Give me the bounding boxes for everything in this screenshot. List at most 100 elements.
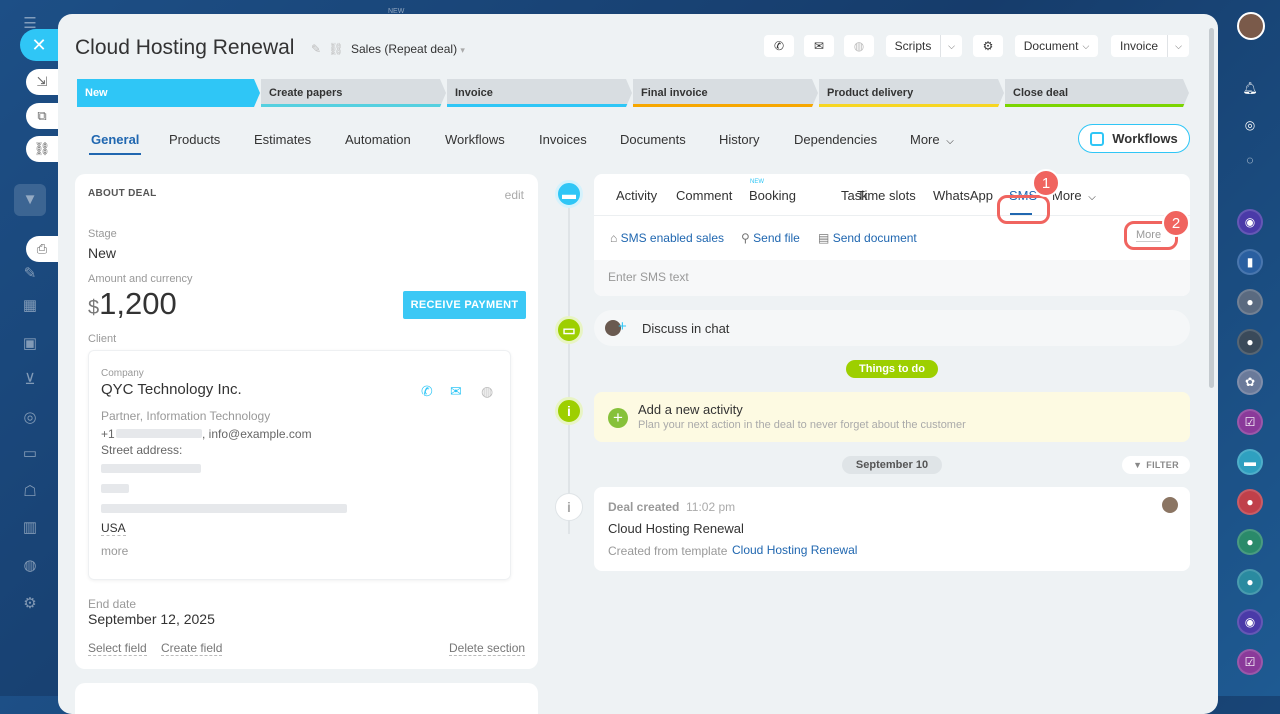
etab-time-slots[interactable]: Time slots (857, 188, 916, 203)
create-field-link[interactable]: Create field (161, 641, 223, 656)
redacted-phone (116, 429, 202, 438)
workflows-button[interactable]: Workflows (1078, 124, 1190, 153)
message-icon[interactable]: ▬ (1237, 449, 1263, 475)
tab-products[interactable]: Products (169, 132, 220, 147)
tab-workflows[interactable]: Workflows (445, 132, 505, 147)
screen-icon[interactable]: ▭ (20, 444, 40, 464)
cart-icon[interactable]: ⊻ (20, 370, 40, 390)
etab-whatsapp[interactable]: WhatsApp (933, 188, 993, 203)
link-icon[interactable]: ⛓ (328, 42, 343, 56)
company-name[interactable]: QYC Technology Inc. (101, 381, 242, 398)
tab-estimates[interactable]: Estimates (254, 132, 311, 147)
stage-final-invoice[interactable]: Final invoice (633, 79, 818, 107)
spiral-icon[interactable]: ◎ (1237, 112, 1263, 138)
etab-more[interactable]: More ⌵ (1052, 188, 1096, 203)
stage-value[interactable]: New (88, 245, 116, 261)
end-date-value[interactable]: September 12, 2025 (88, 611, 215, 627)
settings-button[interactable]: ⚙ (973, 35, 1003, 57)
target-icon[interactable]: ◎ (20, 408, 40, 428)
event-deal-name: Cloud Hosting Renewal (608, 521, 744, 536)
calendar-icon[interactable]: ▦ (20, 296, 40, 316)
stage-label: New (85, 87, 108, 99)
tab-documents[interactable]: Documents (620, 132, 686, 147)
task-icon-2[interactable]: ☑ (1237, 649, 1263, 675)
template-link[interactable]: Cloud Hosting Renewal (732, 543, 857, 557)
discuss-in-chat-row[interactable]: + Discuss in chat (594, 310, 1190, 346)
settings-icon[interactable]: ⚙ (20, 594, 40, 614)
group-icon-1[interactable]: ● (1237, 489, 1263, 515)
chat-icon[interactable]: ◍ (481, 383, 493, 400)
tab-history[interactable]: History (719, 132, 759, 147)
amount-value[interactable]: $1,200 (88, 286, 177, 322)
chat-icon[interactable]: ◌ (1237, 147, 1263, 173)
chat-button[interactable]: ◍ (844, 35, 874, 57)
pipeline-selector[interactable]: Sales (Repeat deal) ▾ (351, 42, 465, 56)
country[interactable]: USA (101, 521, 126, 536)
add-activity-block[interactable]: + Add a new activity Plan your next acti… (594, 392, 1190, 442)
redacted-address-3 (101, 504, 347, 513)
spiral-icon-2[interactable]: ◉ (1237, 609, 1263, 635)
scripts-button[interactable]: Scripts ⌵ (886, 35, 962, 57)
document-button[interactable]: Document ⌵ (1015, 35, 1098, 57)
sms-text-input[interactable]: Enter SMS text (594, 260, 1190, 296)
edit-icon[interactable]: ✎ (20, 264, 40, 284)
send-file-link[interactable]: ⚲ Send file (741, 231, 800, 245)
edit-link[interactable]: edit (505, 188, 524, 202)
task-icon[interactable]: ☑ (1237, 409, 1263, 435)
filter-icon[interactable]: ▼ (14, 184, 46, 216)
call-button[interactable]: ✆ (764, 35, 794, 57)
stage-close-deal[interactable]: Close deal (1005, 79, 1189, 107)
tab-invoices[interactable]: Invoices (539, 132, 587, 147)
receive-payment-button[interactable]: RECEIVE PAYMENT (403, 291, 526, 319)
open-lines-icon[interactable]: ◉ (1237, 209, 1263, 235)
more-link[interactable]: more (101, 544, 128, 558)
contact-avatar-2[interactable]: ● (1237, 329, 1263, 355)
robot-icon[interactable]: ☖ (20, 482, 40, 502)
print-icon[interactable]: ⎙ (26, 236, 58, 262)
contact-avatar-3[interactable]: ✿ (1237, 369, 1263, 395)
stage-invoice[interactable]: Invoice (447, 79, 632, 107)
email-address[interactable]: , info@example.com (202, 427, 312, 441)
etab-comment[interactable]: Comment (676, 188, 732, 203)
tab-dependencies[interactable]: Dependencies (794, 132, 877, 147)
stage-new[interactable]: New (77, 79, 260, 107)
plus-icon[interactable]: + (608, 408, 628, 428)
chart-icon[interactable]: ▥ (20, 518, 40, 538)
stage-create-papers[interactable]: Create papers (261, 79, 446, 107)
group-icon-3[interactable]: ● (1237, 569, 1263, 595)
etab-activity[interactable]: Activity (616, 188, 657, 203)
stage-color-bar (261, 104, 446, 107)
stage-label: Close deal (1013, 87, 1069, 99)
deal-title: Cloud Hosting Renewal (75, 36, 295, 59)
sms-enabled-sales-link[interactable]: ⌂ SMS enabled sales (610, 231, 724, 245)
filter-button[interactable]: ▼ FILTER (1122, 456, 1190, 474)
delete-section-link[interactable]: Delete section (449, 641, 526, 656)
bookmark-icon[interactable]: ▮ (1237, 249, 1263, 275)
send-document-link[interactable]: ▤ Send document (818, 231, 917, 245)
group-icon-2[interactable]: ● (1237, 529, 1263, 555)
box-icon[interactable]: ▣ (20, 334, 40, 354)
tab-more[interactable]: More ⌵ (910, 132, 954, 147)
send-document-label: Send document (832, 231, 917, 245)
etab-booking[interactable]: Booking (749, 188, 796, 203)
stage-color-bar (819, 104, 1004, 107)
bell-icon[interactable]: 🔔︎ (1237, 75, 1263, 101)
minimize-icon[interactable]: ⇲ (26, 69, 58, 95)
phone-icon[interactable]: ✆ (421, 383, 433, 400)
mail-icon[interactable]: ✉ (450, 383, 462, 400)
email-button[interactable]: ✉ (804, 35, 834, 57)
tab-general[interactable]: General (88, 132, 142, 155)
tab-automation[interactable]: Automation (345, 132, 411, 147)
user-avatar[interactable] (1237, 12, 1265, 40)
phone-number[interactable]: +1 (101, 427, 115, 441)
stage-product-delivery[interactable]: Product delivery (819, 79, 1004, 107)
copy-link-icon[interactable]: ⛓ (26, 136, 58, 162)
select-field-link[interactable]: Select field (88, 641, 147, 656)
scrollbar[interactable] (1209, 28, 1214, 388)
pencil-icon[interactable]: ✎ (311, 42, 321, 56)
invoice-button[interactable]: Invoice ⌵ (1111, 35, 1189, 57)
close-slider-button[interactable]: ✕ (20, 29, 58, 61)
open-new-window-icon[interactable]: ⧉ (26, 103, 58, 129)
globe-icon[interactable]: ◍ (20, 556, 40, 576)
contact-avatar-1[interactable]: ● (1237, 289, 1263, 315)
